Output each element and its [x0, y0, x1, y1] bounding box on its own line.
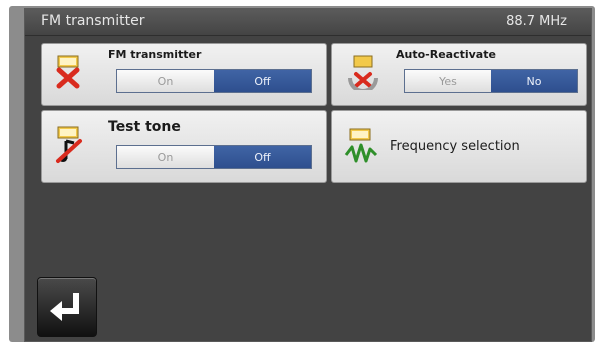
- page-title: FM transmitter: [41, 13, 145, 29]
- test-tone-toggle[interactable]: On Off: [116, 145, 312, 169]
- test-tone-on-option[interactable]: On: [117, 146, 214, 168]
- fm-transmitter-off-option[interactable]: Off: [214, 70, 311, 92]
- fm-transmitter-disabled-icon: [56, 55, 80, 89]
- test-tone-muted-icon: [56, 126, 82, 163]
- title-bar: FM transmitter 88.7 MHz: [25, 9, 591, 36]
- frequency-selection-label: Frequency selection: [390, 139, 520, 154]
- frequency-selection-button[interactable]: Frequency selection: [331, 110, 587, 183]
- auto-reactivate-no-option[interactable]: No: [491, 70, 577, 92]
- auto-reactivate-toggle[interactable]: Yes No: [404, 69, 578, 93]
- test-tone-off-option[interactable]: Off: [214, 146, 311, 168]
- back-arrow-icon: [50, 293, 79, 321]
- auto-reactivate-label: Auto-Reactivate: [396, 48, 496, 61]
- fm-transmitter-toggle[interactable]: On Off: [116, 69, 312, 93]
- frequency-readout: 88.7 MHz: [506, 14, 567, 29]
- fm-transmitter-on-option[interactable]: On: [117, 70, 214, 92]
- auto-reactivate-card: Auto-Reactivate Yes No: [331, 43, 587, 106]
- test-tone-label: Test tone: [108, 119, 181, 135]
- test-tone-card: Test tone On Off: [41, 110, 327, 183]
- auto-reactivate-icon: [348, 55, 378, 90]
- frequency-wave-icon: [344, 128, 378, 163]
- back-button[interactable]: [37, 277, 97, 337]
- fm-transmitter-label: FM transmitter: [108, 48, 202, 61]
- fm-transmitter-card: FM transmitter On Off: [41, 43, 327, 106]
- fm-transmitter-screen: FM transmitter 88.7 MHz FM transmitter O…: [24, 8, 592, 342]
- auto-reactivate-yes-option[interactable]: Yes: [405, 70, 491, 92]
